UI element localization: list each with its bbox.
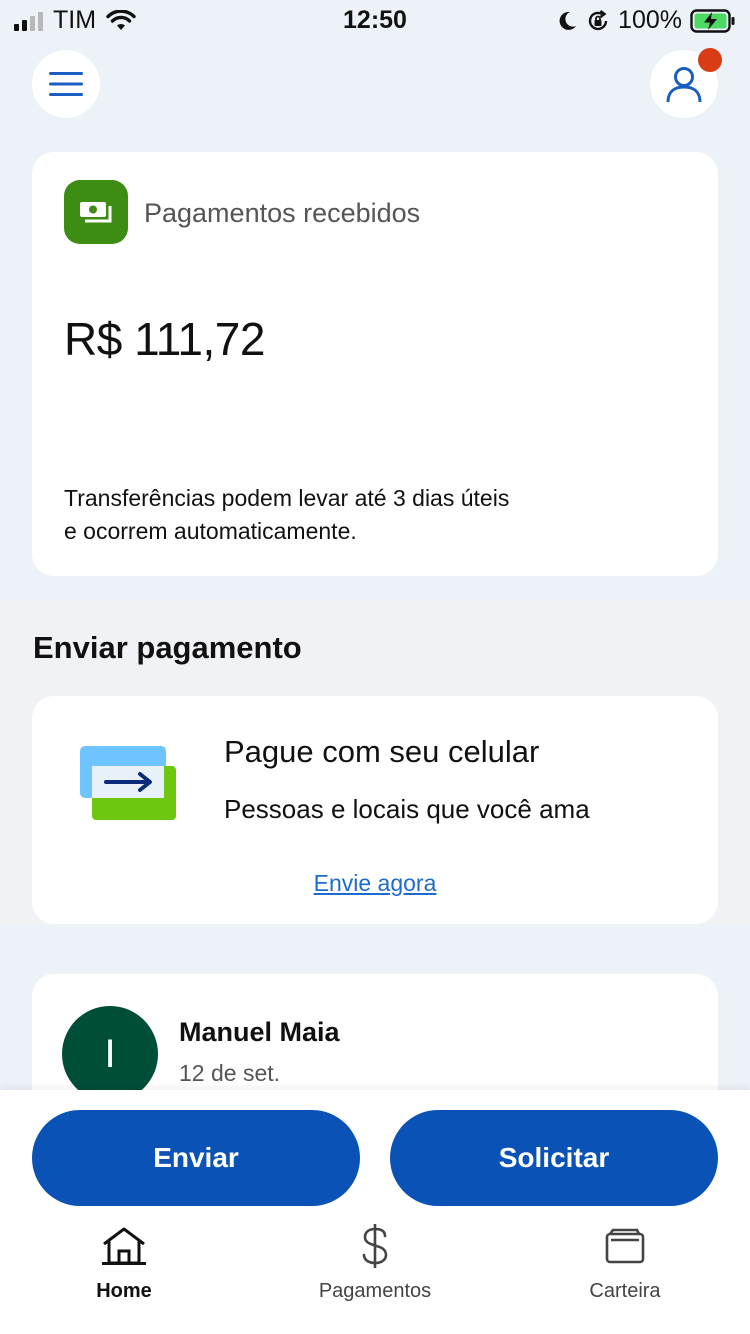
tab-payments[interactable]: Pagamentos (275, 1222, 475, 1303)
send-now-link[interactable]: Envie agora (32, 870, 718, 897)
send-payment-card[interactable]: Pague com seu celular Pessoas e locais q… (32, 696, 718, 924)
balance-note: Transferências podem levar até 3 dias út… (64, 482, 624, 548)
status-left: TIM (14, 6, 136, 35)
wifi-icon (106, 9, 136, 30)
wallet-icon (601, 1222, 649, 1270)
home-icon (100, 1222, 148, 1270)
tab-wallet[interactable]: Carteira (525, 1222, 725, 1303)
balance-card[interactable]: Pagamentos recebidos R$ 111,72 Transferê… (32, 152, 718, 576)
avatar: I (62, 1006, 158, 1102)
battery-percent: 100% (618, 6, 682, 34)
signal-icon (14, 11, 43, 31)
money-icon (64, 180, 128, 244)
hamburger-menu-icon (49, 72, 83, 96)
carrier-label: TIM (53, 6, 97, 34)
send-card-title: Pague com seu celular (224, 734, 540, 769)
status-bar: TIM 12:50 100% (0, 0, 750, 40)
battery-charging-icon (690, 8, 735, 33)
section-title: Enviar pagamento (33, 630, 302, 665)
send-payment-icon (80, 746, 176, 820)
tab-home[interactable]: Home (24, 1222, 224, 1303)
bottom-bar: Enviar Solicitar Home Pagamentos Carteir… (0, 1090, 750, 1334)
send-button[interactable]: Enviar (32, 1110, 360, 1206)
activity-date: 12 de set. (179, 1060, 281, 1086)
profile-button[interactable] (650, 48, 722, 118)
balance-amount: R$ 111,72 (64, 313, 265, 365)
tab-payments-label: Pagamentos (318, 1280, 432, 1302)
balance-note-line1: Transferências podem levar até 3 dias út… (64, 485, 510, 511)
tab-wallet-label: Carteira (589, 1280, 661, 1302)
notification-dot (698, 48, 722, 72)
rotation-lock-icon (588, 9, 608, 30)
send-card-subtitle: Pessoas e locais que você ama (224, 794, 590, 824)
user-profile-icon (666, 67, 702, 103)
moon-icon (559, 11, 577, 30)
tab-home-label: Home (96, 1280, 152, 1302)
dollar-icon (351, 1222, 399, 1270)
activity-name: Manuel Maia (179, 1017, 340, 1047)
status-right: 100% (556, 6, 736, 35)
balance-label: Pagamentos recebidos (144, 198, 421, 228)
balance-note-line2: e ocorrem automaticamente. (64, 518, 357, 544)
request-button[interactable]: Solicitar (390, 1110, 718, 1206)
menu-button[interactable] (32, 50, 100, 118)
